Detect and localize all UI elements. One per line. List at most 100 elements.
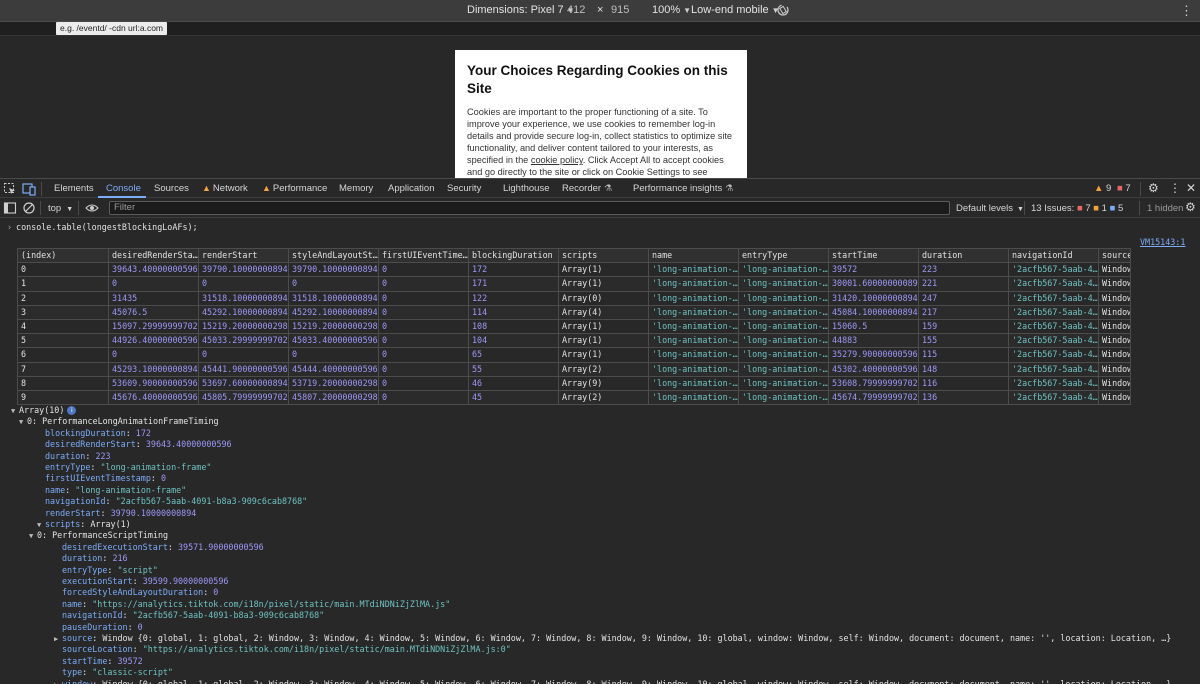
table-column-header[interactable]: name (648, 247, 739, 264)
log-levels-select[interactable]: Default levels ▼ (956, 203, 1024, 214)
toolbar-divider (1024, 201, 1025, 215)
table-cell: 53719.20000000298 (288, 375, 379, 391)
console-toolbar: top ▼ Filter Default levels ▼ 13 Issues: ■… (0, 198, 1200, 218)
tab-sources[interactable]: Sources (154, 183, 189, 194)
rotate-icon[interactable] (776, 3, 790, 17)
tree-colon: : (132, 644, 143, 655)
table-column-header[interactable]: firstUIEventTime… (378, 247, 469, 264)
table-cell: Array(1) (558, 318, 649, 335)
table-column-header[interactable]: blockingDuration (468, 247, 559, 264)
tree-node[interactable]: ▼ 0: PerformanceLongAnimationFrameTiming (19, 416, 219, 427)
table-cell: 'long-animation-… (738, 375, 829, 391)
chevron-down-icon: ▼ (1017, 206, 1024, 213)
device-width-input[interactable]: 412 (567, 4, 585, 16)
table-cell: '2acfb567-5aab-4… (1008, 333, 1099, 349)
tree-node[interactable]: ▼ Array(10) i (11, 405, 77, 417)
tab-lighthouse[interactable]: Lighthouse (503, 183, 549, 194)
url-filter-bar (0, 22, 1200, 36)
table-column-header[interactable]: renderStart (198, 247, 289, 264)
tree-node[interactable]: ▶window: Window {0: global, 1: global, 2… (54, 679, 1171, 684)
source-location-link[interactable]: VM15143:1 (1140, 237, 1185, 247)
tree-node: navigationId: "2acfb567-5aab-4091-b8a3-9… (62, 610, 324, 621)
command-text: console.table(longestBlockingLoAFs); (16, 222, 198, 232)
issues-button[interactable]: 13 Issues: ■ 7 ■ 1 ■ 5 (1031, 203, 1123, 214)
collapsed-caret-icon[interactable]: ▶ (54, 680, 62, 684)
cookie-policy-link[interactable]: cookie policy (531, 155, 583, 165)
context-select[interactable]: top ▼ (48, 203, 73, 214)
clear-console-icon[interactable] (22, 201, 36, 215)
zoom-select[interactable]: 100% ▼ (652, 4, 691, 16)
settings-gear-icon[interactable]: ⚙ (1148, 181, 1159, 195)
table-cell: 115 (918, 347, 1009, 363)
throttle-select[interactable]: Low-end mobile ▼ (691, 4, 780, 16)
tab-elements[interactable]: Elements (54, 183, 94, 194)
collapsed-caret-icon[interactable]: ▶ (54, 634, 62, 645)
table-cell: 'long-animation-… (648, 276, 739, 292)
tab-performance[interactable]: ▲ Performance (262, 183, 327, 194)
table-cell: 136 (918, 389, 1009, 406)
device-toolbar-toggle-icon[interactable] (22, 182, 36, 196)
tab-console[interactable]: Console (106, 183, 141, 194)
tree-key: desiredRenderStart (45, 439, 136, 450)
table-cell: 44883 (828, 333, 919, 349)
live-expression-eye-icon[interactable] (85, 201, 99, 215)
expanded-caret-icon[interactable]: ▼ (19, 417, 27, 428)
more-menu-icon[interactable]: ⋮ (1169, 181, 1181, 195)
sidebar-toggle-icon[interactable] (3, 201, 17, 215)
tab-recorder[interactable]: Recorder ⚗ (562, 183, 612, 194)
table-cell: '2acfb567-5aab-4… (1008, 347, 1099, 363)
console-filter-input[interactable]: Filter (109, 201, 950, 215)
table-cell: 3 (17, 304, 109, 320)
table-cell: 'long-animation-… (738, 333, 829, 349)
tree-colon: : (107, 655, 118, 666)
tree-node: firstUIEventTimestamp: 0 (45, 473, 166, 484)
table-cell: 104 (468, 333, 559, 349)
table-cell: 7 (17, 361, 109, 377)
table-body: 0 39643.40000000596 39790.10000000894 39790… (17, 262, 1131, 406)
table-cell: 45807.20000000298 (288, 389, 379, 406)
tab-security[interactable]: Security (447, 183, 481, 194)
table-column-header[interactable]: styleAndLayoutSt… (288, 247, 379, 264)
table-column-header[interactable]: scripts (558, 247, 649, 264)
tab-performance-insights-label: Performance insights (633, 183, 723, 194)
table-cell: 45441.90000000596 (198, 361, 289, 377)
more-options-icon[interactable]: ⋮ (1180, 3, 1193, 19)
console-settings-gear-icon[interactable]: ⚙ (1185, 200, 1196, 214)
expanded-caret-icon[interactable]: ▼ (29, 531, 37, 542)
toolbar-divider (1139, 201, 1140, 215)
inspect-element-icon[interactable] (3, 182, 17, 196)
table-column-header[interactable]: navigationId (1008, 247, 1099, 264)
table-column-header[interactable]: duration (918, 247, 1009, 264)
table-column-header[interactable]: startTime (828, 247, 919, 264)
tree-node: renderStart: 39790.10000000894 (45, 508, 196, 519)
table-cell: 53697.60000000894 (198, 375, 289, 391)
table-cell: 45033.40000000596 (288, 333, 379, 349)
table-column-header[interactable]: entryType (738, 247, 829, 264)
close-devtools-icon[interactable]: ✕ (1186, 181, 1196, 195)
errors-counter[interactable]: ■ 7 (1117, 183, 1131, 194)
tree-node[interactable]: ▼ 0: PerformanceScriptTiming (29, 530, 168, 541)
table-cell: 'long-animation-… (648, 318, 739, 335)
table-cell: 45293.10000000894 (108, 361, 199, 377)
info-icon[interactable]: i (67, 406, 77, 415)
tree-key: forcedStyleAndLayoutDuration (62, 587, 204, 598)
expanded-caret-icon[interactable]: ▼ (11, 406, 19, 417)
warnings-counter[interactable]: ▲ 9 (1094, 183, 1111, 194)
device-height-input[interactable]: 915 (611, 4, 629, 16)
tab-network[interactable]: ▲ Network (202, 183, 248, 194)
tree-value: "classic-script" (92, 667, 173, 678)
table-cell: Array(2) (558, 389, 649, 406)
tab-memory[interactable]: Memory (339, 183, 373, 194)
table-column-header[interactable]: source (1098, 247, 1131, 264)
tab-application[interactable]: Application (388, 183, 434, 194)
table-cell: 'long-animation-… (738, 262, 829, 278)
tree-node[interactable]: ▼ scripts: Array(1) (37, 519, 131, 530)
table-column-header[interactable]: desiredRenderSta… (108, 247, 199, 264)
tree-node[interactable]: ▶ source: Window {0: global, 1: global, 2… (54, 633, 1171, 644)
table-column-header[interactable]: (index) (17, 247, 109, 264)
device-select[interactable]: Dimensions: Pixel 7 ▼ (467, 4, 575, 16)
table-cell: Window (1098, 318, 1131, 335)
table-cell: 217 (918, 304, 1009, 320)
device-label: Dimensions: Pixel 7 (467, 4, 564, 16)
tab-performance-insights[interactable]: Performance insights ⚗ (633, 183, 733, 194)
